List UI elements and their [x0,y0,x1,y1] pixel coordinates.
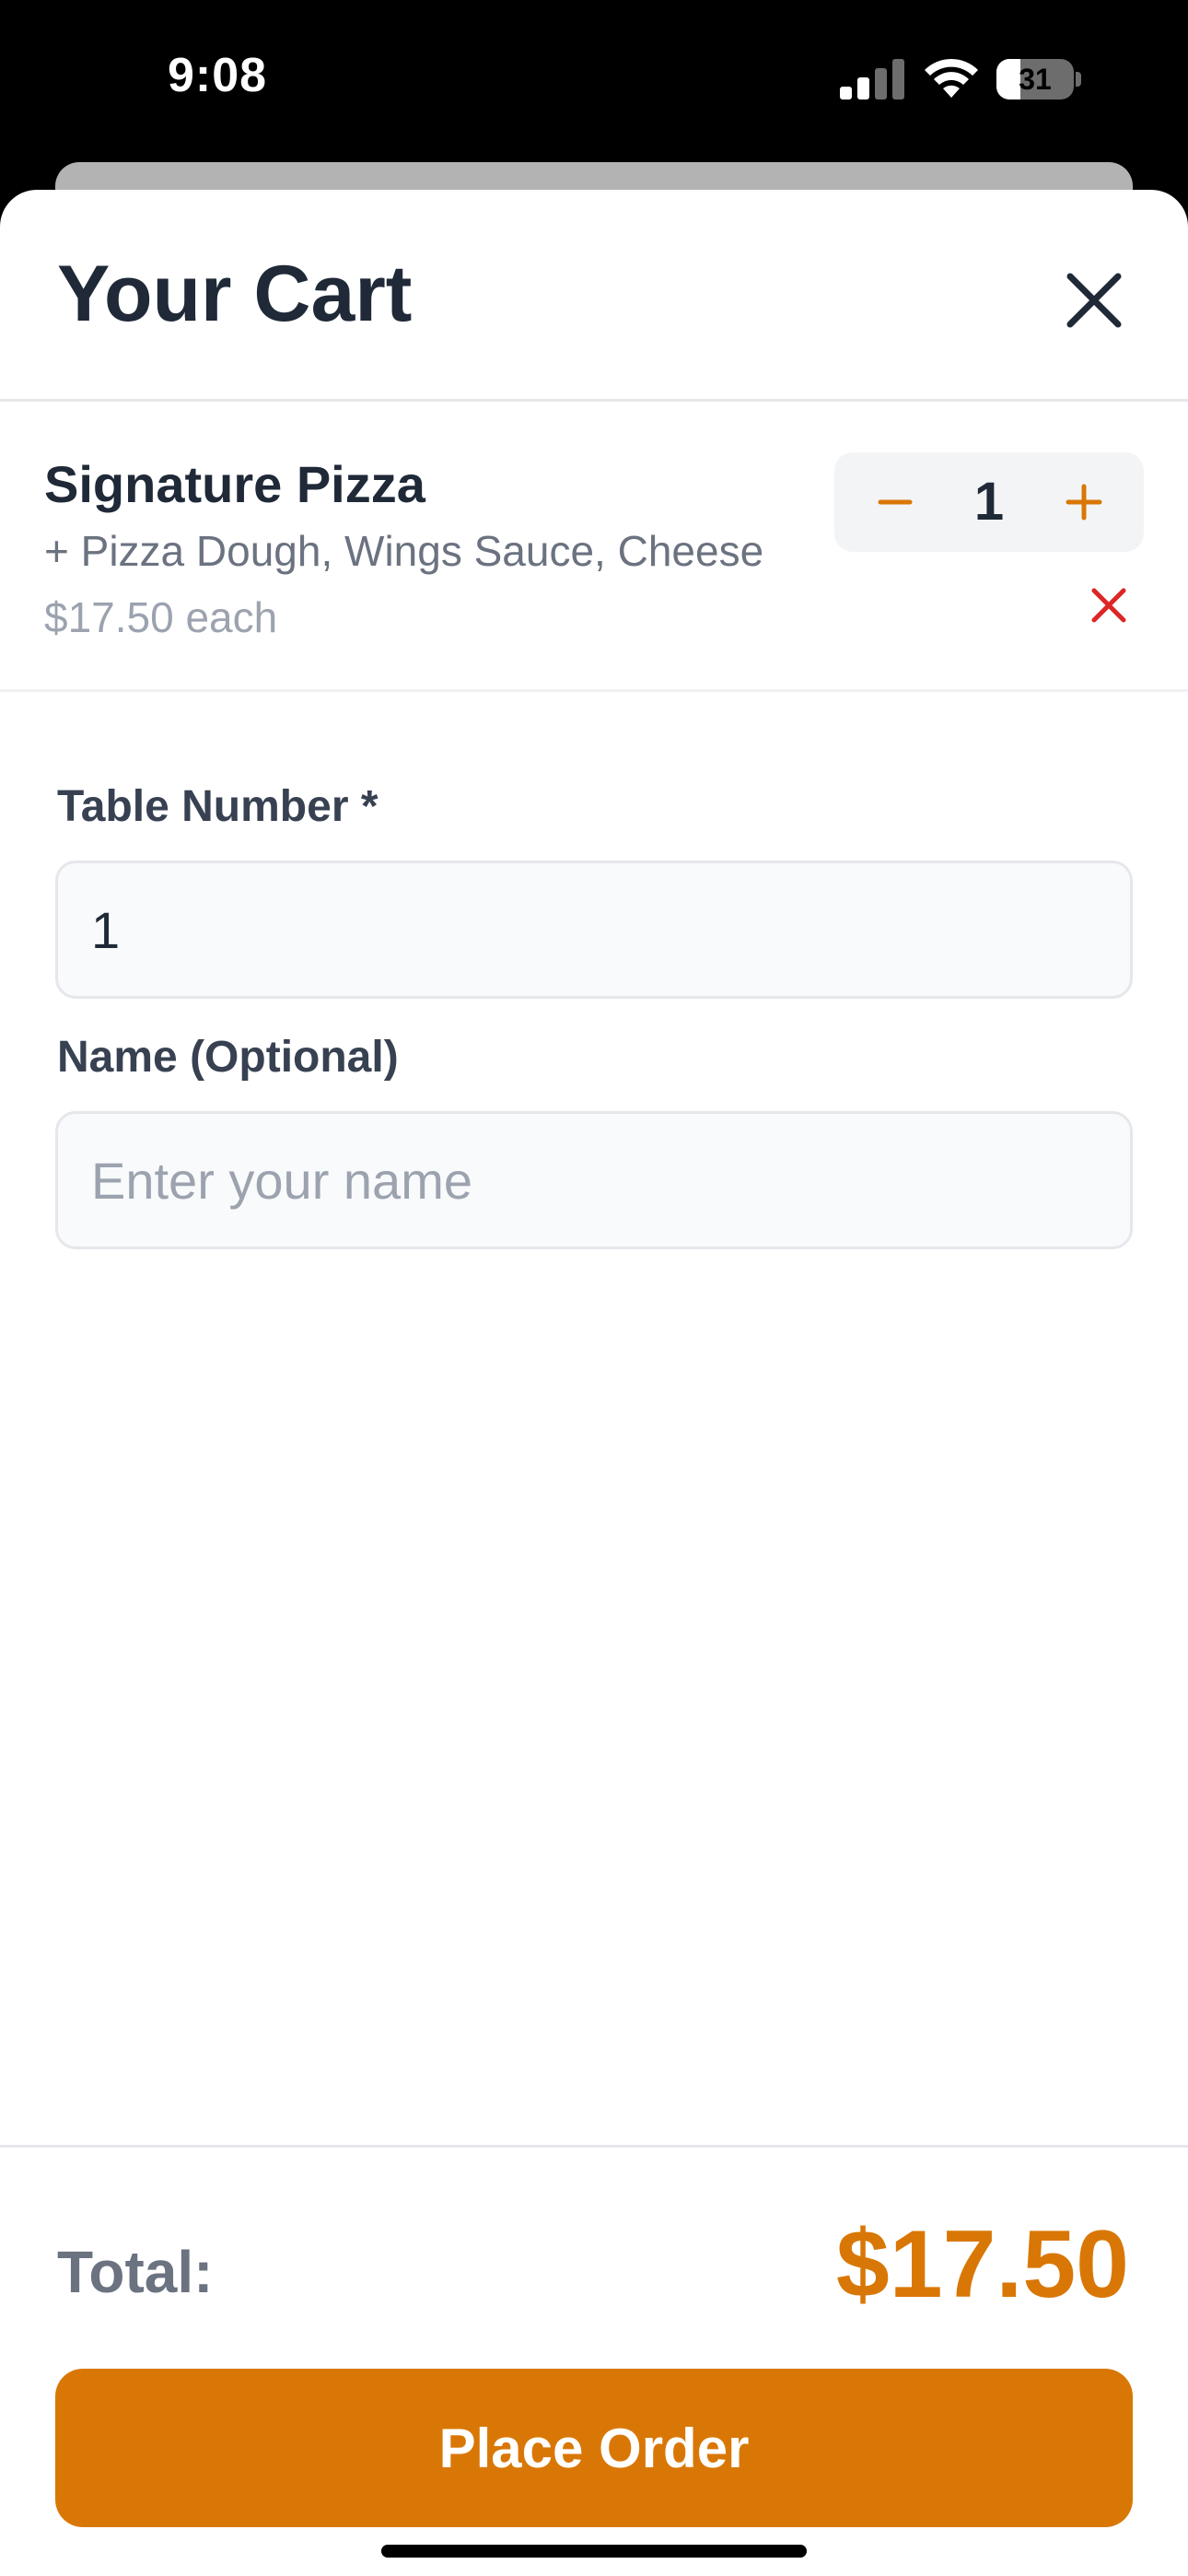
item-options: + Pizza Dough, Wings Sauce, Cheese [44,527,764,575]
minus-icon [878,499,913,505]
decrement-button[interactable] [844,452,936,552]
battery-body: 31 [996,59,1074,100]
modal-header: Your Cart [0,190,1188,402]
remove-item-button[interactable] [1079,576,1138,635]
plus-icon [1066,484,1102,521]
item-price-each: $17.50 each [44,593,278,641]
name-label: Name (Optional) [57,1033,399,1082]
battery-level: 31 [1019,63,1052,96]
table-number-label: Table Number * [57,782,379,831]
name-input[interactable] [55,1111,1133,1249]
page-title: Your Cart [57,250,413,338]
remove-x-icon [1091,588,1126,623]
battery-cap [1076,72,1081,87]
status-time: 9:08 [168,49,268,102]
cart-modal: Your Cart Signature Pizza + Pizza Dough,… [0,190,1188,2576]
status-bar: 9:08 31 [0,0,1188,166]
signal-icon [840,59,904,100]
total-label: Total: [57,2239,214,2305]
place-order-button[interactable]: Place Order [55,2369,1133,2527]
home-indicator [381,2545,807,2558]
item-name: Signature Pizza [44,455,425,513]
close-icon [1066,273,1122,328]
quantity-value: 1 [973,472,1005,532]
order-footer: Total: $17.50 Place Order [0,2145,1188,2576]
table-number-input[interactable] [55,861,1133,999]
cart-item: Signature Pizza + Pizza Dough, Wings Sau… [0,404,1188,692]
battery-icon: 31 [996,59,1081,100]
wifi-icon [925,58,978,98]
quantity-stepper: 1 [834,452,1144,552]
total-value: $17.50 [835,2211,1129,2318]
screen: 9:08 31 Your Cart Signature Pizza + Pizz… [0,0,1188,2576]
increment-button[interactable] [1042,452,1135,552]
close-button[interactable] [1057,263,1131,337]
